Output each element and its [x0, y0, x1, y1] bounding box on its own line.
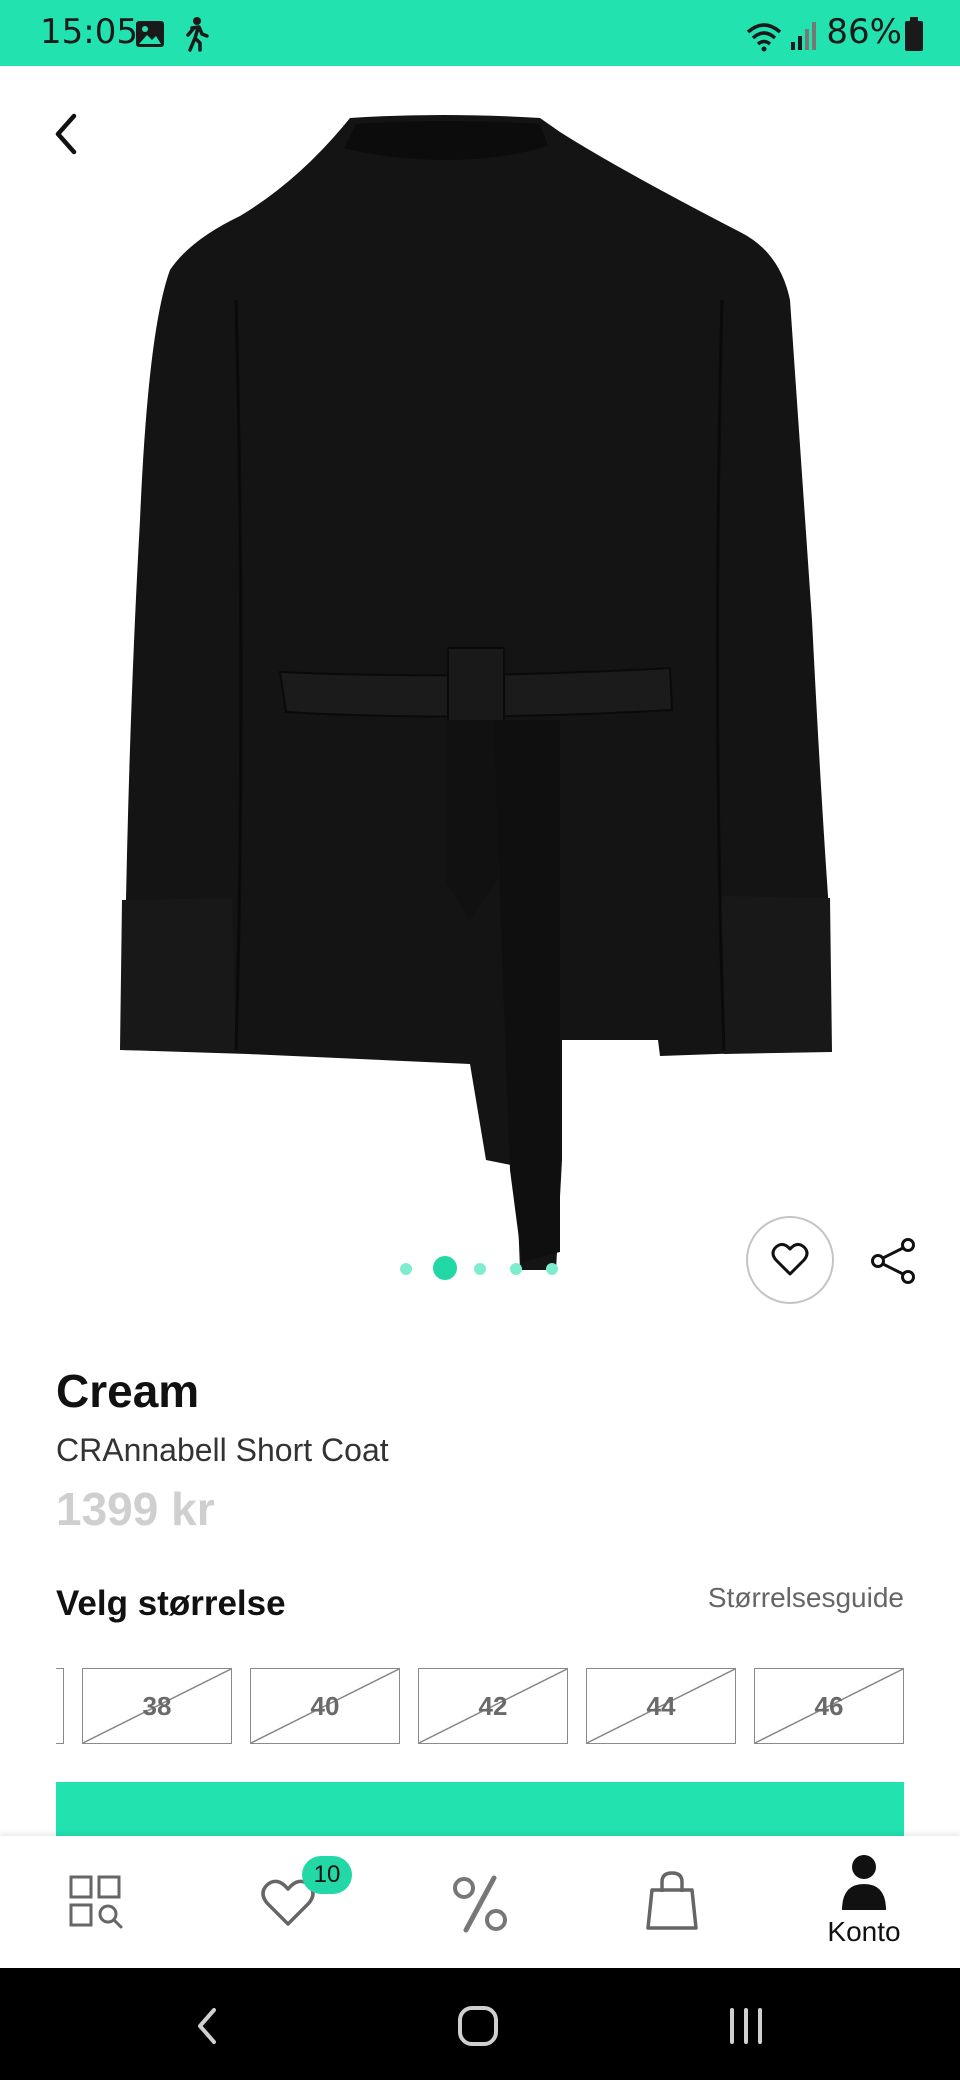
favorites-count-badge: 10	[302, 1856, 352, 1894]
percent-icon	[453, 1875, 507, 1933]
size-section-title: Velg størrelse	[56, 1584, 286, 1623]
size-option[interactable]: 42	[418, 1668, 568, 1744]
categories-search-icon	[69, 1875, 123, 1929]
size-option[interactable]: 38	[82, 1668, 232, 1744]
product-price: 1399 kr	[56, 1483, 215, 1535]
size-option-label: 38	[142, 1690, 172, 1721]
walking-icon	[186, 17, 209, 52]
shopping-bag-icon	[646, 1871, 698, 1930]
favorite-button[interactable]	[746, 1216, 834, 1304]
size-option[interactable]: 40	[250, 1668, 400, 1744]
heart-icon	[771, 1242, 809, 1276]
size-option-label: 46	[814, 1690, 844, 1721]
nav-account[interactable]	[768, 1836, 960, 1968]
product-brand[interactable]: Cream	[56, 1364, 199, 1418]
carousel-indicator[interactable]	[400, 1256, 570, 1282]
carousel-dot[interactable]	[546, 1263, 558, 1275]
nav-favorites[interactable]	[192, 1836, 384, 1968]
carousel-dot[interactable]	[400, 1263, 412, 1275]
account-icon	[842, 1855, 886, 1910]
bottom-navigation	[0, 1836, 960, 1968]
system-back-icon[interactable]	[190, 2004, 226, 2048]
wifi-icon	[746, 23, 782, 52]
size-option[interactable]: 46	[754, 1668, 904, 1744]
battery-percent: 86%	[826, 12, 902, 52]
size-option-label: 40	[310, 1690, 340, 1721]
size-option-label: 44	[646, 1690, 676, 1721]
nav-categories[interactable]	[0, 1836, 192, 1968]
carousel-dot[interactable]	[474, 1263, 486, 1275]
nav-account-label: Konto	[827, 1916, 901, 1947]
image-icon	[136, 21, 164, 47]
back-button[interactable]	[40, 106, 96, 162]
signal-icon	[791, 22, 816, 50]
size-guide-link[interactable]: Størrelsesguide	[708, 1582, 904, 1614]
black-coat-image	[120, 115, 832, 1270]
nav-cart[interactable]	[576, 1836, 768, 1968]
size-option-label: 42	[478, 1690, 508, 1721]
system-navigation-bar	[0, 1968, 960, 2080]
product-name: CRAnnabell Short Coat	[56, 1432, 389, 1468]
size-selector[interactable]: 38 40 42 44 46	[0, 1668, 960, 1746]
size-option[interactable]: 44	[586, 1668, 736, 1744]
size-option-partial[interactable]	[56, 1668, 64, 1744]
system-home-icon[interactable]	[456, 2004, 500, 2048]
product-image[interactable]	[0, 66, 960, 1296]
status-time: 15:05	[40, 12, 138, 52]
status-bar: 15:05 86%	[0, 0, 960, 66]
nav-sale[interactable]	[384, 1836, 576, 1968]
battery-icon	[905, 17, 923, 51]
carousel-dot-active[interactable]	[433, 1256, 457, 1280]
carousel-dot[interactable]	[510, 1263, 522, 1275]
share-icon[interactable]	[868, 1236, 918, 1286]
system-recents-icon[interactable]	[726, 2006, 766, 2046]
